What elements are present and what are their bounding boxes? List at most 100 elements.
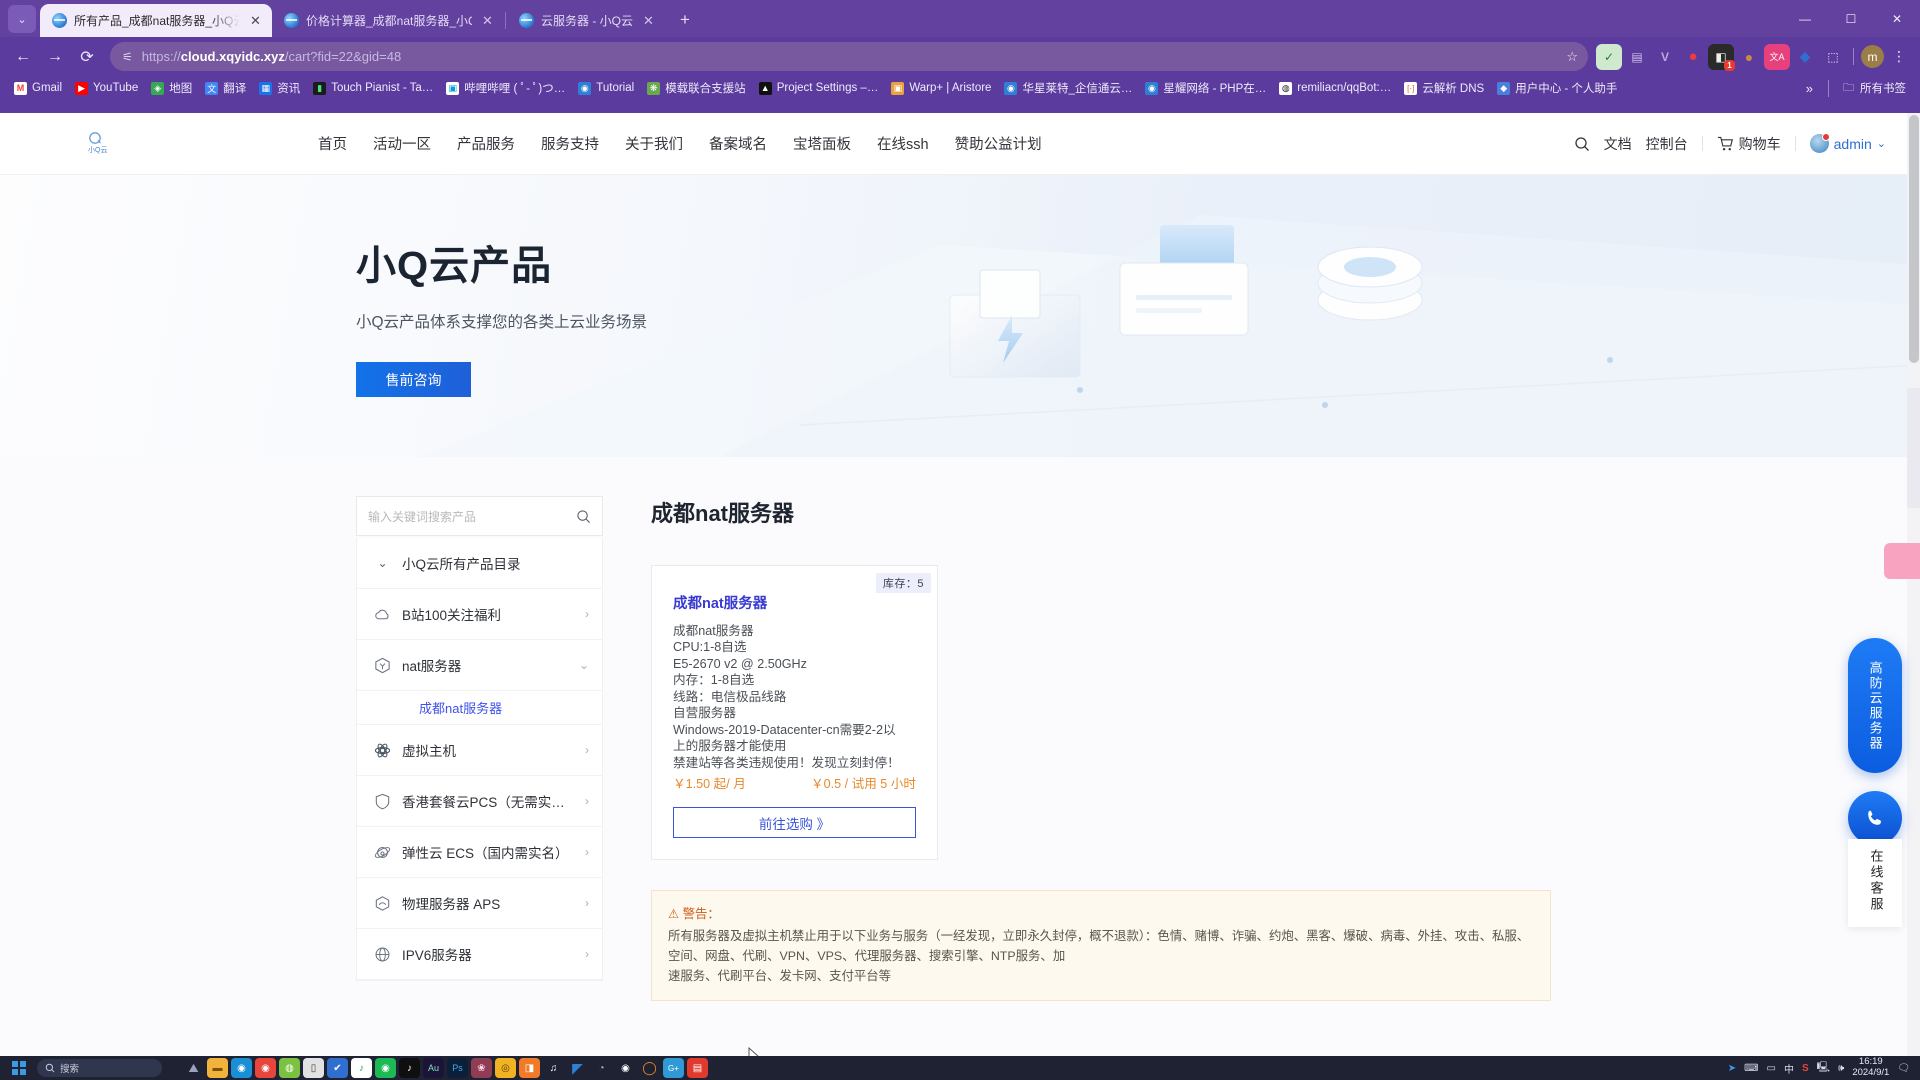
- close-icon[interactable]: ✕: [479, 12, 496, 29]
- go-to-purchase-button[interactable]: 前往选购 》: [673, 807, 916, 839]
- windows-start-icon[interactable]: [6, 1061, 32, 1075]
- telegram-icon[interactable]: ➤: [1728, 1063, 1736, 1074]
- phone-icon[interactable]: [1848, 791, 1902, 845]
- bookmark-news[interactable]: ▦ 资讯: [254, 78, 305, 98]
- cleaner-icon[interactable]: ◉: [615, 1058, 636, 1078]
- reload-icon[interactable]: ⟳: [72, 42, 102, 72]
- bookmark-user-center[interactable]: ◆ 用户中心 - 个人助手: [1492, 78, 1622, 98]
- clipboard-icon[interactable]: ▤: [1624, 44, 1650, 70]
- red-app-icon[interactable]: ▤: [687, 1058, 708, 1078]
- bookmark-bilibili[interactable]: ▣ 哔哩哔哩 ( ﾟ- ﾟ)つ…: [441, 78, 570, 98]
- edge-icon[interactable]: ◉: [231, 1058, 252, 1078]
- red-extension-icon[interactable]: ●: [1680, 44, 1706, 70]
- scrollbar-thumb[interactable]: [1909, 115, 1919, 363]
- ime-chinese-icon[interactable]: 中: [1784, 1061, 1794, 1076]
- sidebar-item-physical-aps[interactable]: 物理服务器 APS ›: [357, 878, 602, 929]
- bookmark-gmail[interactable]: M Gmail: [9, 80, 67, 97]
- cookie-icon[interactable]: ●: [1736, 44, 1762, 70]
- all-bookmarks-button[interactable]: 🗀 所有书签: [1837, 78, 1911, 98]
- bookmark-xingyao[interactable]: ◉ 星耀网络 - PHP在…: [1140, 78, 1271, 98]
- search-app-icon[interactable]: ◯: [639, 1058, 660, 1078]
- nav-item-home[interactable]: 首页: [318, 133, 347, 154]
- product-title[interactable]: 成都nat服务器: [673, 592, 916, 613]
- bookmark-huaxing[interactable]: ◉ 华星莱特_企信通云…: [999, 78, 1137, 98]
- touchpad-icon[interactable]: ▭: [1767, 1063, 1776, 1074]
- vue-devtools-icon[interactable]: V: [1652, 44, 1678, 70]
- nav-item-domain[interactable]: 备案域名: [709, 133, 767, 154]
- anime-app-icon[interactable]: ❀: [471, 1058, 492, 1078]
- forward-icon[interactable]: →: [40, 42, 70, 72]
- close-window-button[interactable]: ✕: [1874, 0, 1920, 37]
- search-icon[interactable]: [1574, 136, 1590, 152]
- new-tab-button[interactable]: +: [671, 6, 699, 34]
- customer-service-widget[interactable]: 在线客服: [1848, 791, 1902, 927]
- photoshop-icon[interactable]: Ps: [447, 1058, 468, 1078]
- header-console-link[interactable]: 控制台: [1646, 134, 1688, 154]
- volume-icon[interactable]: 🕪: [1838, 1063, 1844, 1074]
- network-icon[interactable]: 🖳: [1817, 1060, 1830, 1077]
- taskbar-search[interactable]: 搜索: [37, 1059, 162, 1077]
- blue-triangle-icon[interactable]: ◤: [567, 1058, 588, 1078]
- bookmark-github-qqbot[interactable]: ◍ remiliacn/qqBot:…: [1274, 80, 1396, 97]
- chrome-icon[interactable]: ◉: [255, 1058, 276, 1078]
- side-promo-button[interactable]: [1884, 543, 1920, 579]
- search-input[interactable]: 输入关键词搜索产品: [368, 508, 570, 525]
- sidebar-item-all-products[interactable]: ⌄ 小Q云所有产品目录: [357, 538, 602, 589]
- search-icon[interactable]: [576, 509, 591, 524]
- sidebar-search[interactable]: 输入关键词搜索产品: [356, 496, 603, 536]
- yellow-app-icon[interactable]: ◎: [495, 1058, 516, 1078]
- grammarly-icon[interactable]: G+: [663, 1058, 684, 1078]
- adblock-shield-icon[interactable]: ✓: [1596, 43, 1622, 70]
- bookmark-warp-aristore[interactable]: ▣ Warp+ | Aristore: [886, 80, 996, 97]
- site-logo[interactable]: 小Q云: [82, 129, 116, 159]
- tiktok-icon[interactable]: ♪: [399, 1058, 420, 1078]
- nav-item-online-ssh[interactable]: 在线ssh: [877, 133, 929, 154]
- sidebar-subitem-chengdu-nat[interactable]: 成都nat服务器: [357, 691, 602, 725]
- bookmark-dns[interactable]: [·] 云解析 DNS: [1399, 78, 1489, 98]
- browser-tab-3[interactable]: 云服务器 - 小Q云 ✕: [507, 4, 665, 37]
- audition-icon[interactable]: Au: [423, 1058, 444, 1078]
- taskbar-widget-icon[interactable]: ⛰: [183, 1058, 204, 1078]
- browser-tab-2[interactable]: 价格计算器_成都nat服务器_小Q… ✕: [272, 4, 504, 37]
- bookmark-translate[interactable]: 文 翻译: [200, 78, 251, 98]
- sidebar-item-bilibili-benefit[interactable]: B站100关注福利 ›: [357, 589, 602, 640]
- nav-item-products[interactable]: 产品服务: [457, 133, 515, 154]
- bookmark-tutorial[interactable]: ◉ Tutorial: [573, 80, 639, 97]
- keyboard-icon[interactable]: ⌨: [1744, 1063, 1758, 1074]
- notification-icon[interactable]: 🗨: [1897, 1063, 1910, 1074]
- sidebar-item-virtual-host[interactable]: 虚拟主机 ›: [357, 725, 602, 776]
- nav-item-activity[interactable]: 活动一区: [373, 133, 431, 154]
- header-cart-link[interactable]: 购物车: [1717, 134, 1781, 154]
- user-menu[interactable]: admin ⌄: [1809, 133, 1886, 153]
- music-app-icon[interactable]: ♪: [351, 1058, 372, 1078]
- sidebar-item-elastic-ecs[interactable]: 弹性云 ECS（国内需实名） ›: [357, 827, 602, 878]
- browser-tab-1[interactable]: 所有产品_成都nat服务器_小Q云 ✕: [40, 4, 272, 37]
- nav-item-sponsor[interactable]: 赞助公益计划: [955, 133, 1042, 154]
- maximize-button[interactable]: ☐: [1828, 0, 1874, 37]
- address-bar[interactable]: ⚟ https://cloud.xqyidc.xyz/cart?fid=22&g…: [110, 42, 1588, 71]
- dark-reader-icon[interactable]: ◧ 1: [1708, 43, 1735, 71]
- sogou-icon[interactable]: S: [1802, 1063, 1809, 1074]
- app-icon[interactable]: ▯: [303, 1058, 324, 1078]
- bookmark-support-site[interactable]: ❋ 模载联合支援站: [642, 78, 751, 98]
- side-panel-tab[interactable]: [1907, 388, 1920, 508]
- bookmark-star-icon[interactable]: ☆: [1566, 49, 1578, 65]
- sidebar-item-hongkong-pcs[interactable]: 香港套餐云PCS（无需实… ›: [357, 776, 602, 827]
- bookmark-youtube[interactable]: ▶ YouTube: [70, 80, 143, 97]
- sidebar-item-nat-server[interactable]: nat服务器 ⌄: [357, 640, 602, 691]
- bookmark-touch-pianist[interactable]: ▮ Touch Pianist - Ta…: [308, 80, 438, 97]
- product-card[interactable]: 库存：5 成都nat服务器 成都nat服务器 CPU:1-8自选 E5-2670…: [651, 565, 938, 861]
- nav-item-support[interactable]: 服务支持: [541, 133, 599, 154]
- nav-item-about[interactable]: 关于我们: [625, 133, 683, 154]
- back-icon[interactable]: ←: [8, 42, 38, 72]
- close-icon[interactable]: ✕: [247, 12, 264, 29]
- promo-float-button[interactable]: 高防云服务器: [1848, 638, 1902, 773]
- bookmarks-overflow-button[interactable]: »: [1799, 79, 1820, 98]
- puzzle-extensions-icon[interactable]: ⬚: [1820, 44, 1846, 70]
- speedtest-icon[interactable]: ◔: [591, 1058, 612, 1078]
- bookmark-project-settings[interactable]: ▲ Project Settings –…: [754, 80, 884, 97]
- nav-item-bt-panel[interactable]: 宝塔面板: [793, 133, 851, 154]
- header-docs-link[interactable]: 文档: [1604, 134, 1632, 154]
- todo-icon[interactable]: ✔: [327, 1058, 348, 1078]
- tab-search-button[interactable]: ⌄: [8, 5, 36, 33]
